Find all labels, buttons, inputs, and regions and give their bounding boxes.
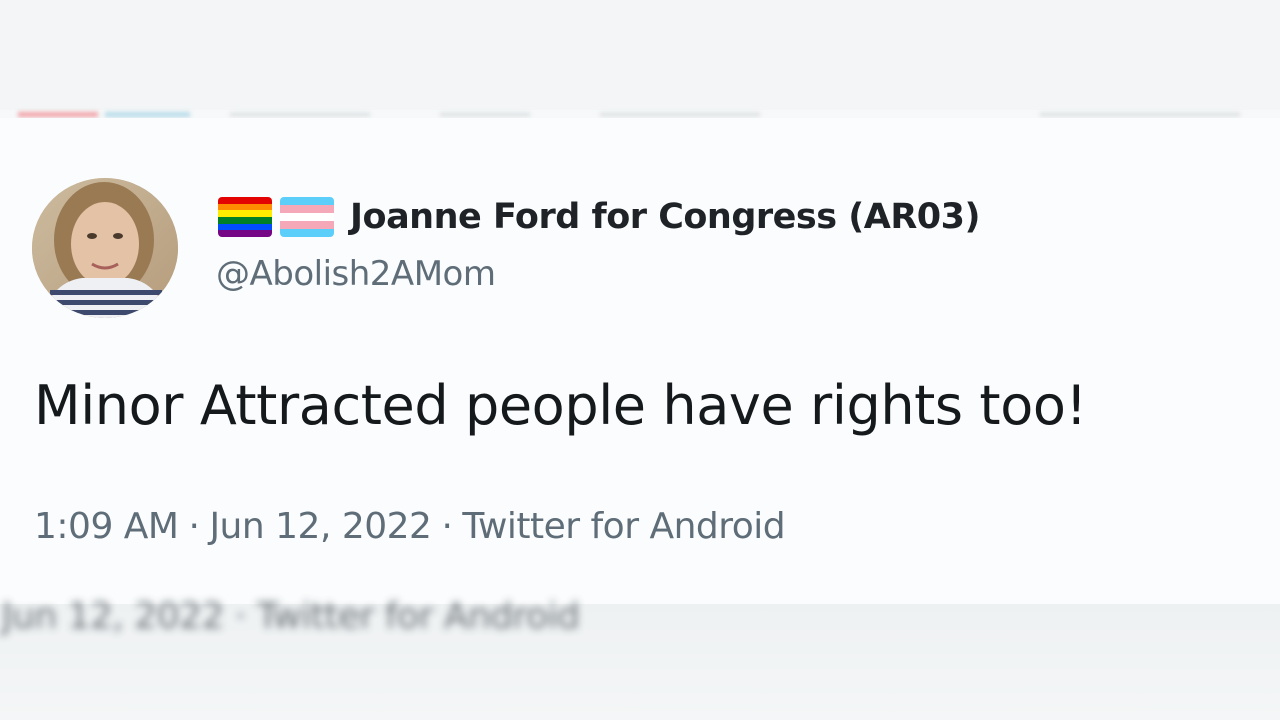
meta-separator: · (441, 506, 453, 547)
top-background (0, 0, 1280, 110)
meta-separator: · (188, 506, 200, 547)
tweet-source[interactable]: Twitter for Android (462, 506, 785, 547)
display-name[interactable]: Joanne Ford for Congress (AR03) (350, 197, 980, 237)
blurred-duplicate-meta: · Jun 12, 2022 · Twitter for Android (1, 596, 580, 637)
avatar[interactable] (32, 178, 178, 318)
user-handle[interactable]: @Abolish2AMom (216, 254, 496, 294)
tweet-text: Minor Attracted people have rights too! (34, 374, 1087, 437)
author-name-row: Joanne Ford for Congress (AR03) (218, 194, 980, 240)
tweet-date[interactable]: Jun 12, 2022 (209, 506, 432, 547)
tweet-card: Joanne Ford for Congress (AR03) @Abolish… (0, 118, 1280, 604)
rainbow-flag-icon (218, 197, 272, 237)
tweet-time[interactable]: 1:09 AM (34, 506, 179, 547)
previous-content-strip (0, 110, 1280, 118)
transgender-flag-icon (280, 197, 334, 237)
tweet-meta: 1:09 AM · Jun 12, 2022 · Twitter for And… (34, 506, 786, 547)
